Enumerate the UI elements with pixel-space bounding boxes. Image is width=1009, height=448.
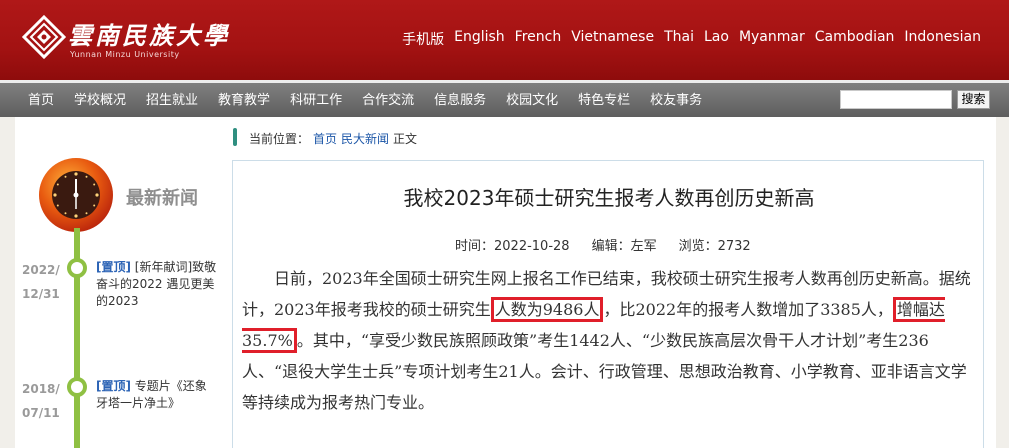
lang-link-myanmar[interactable]: Myanmar [739, 29, 805, 49]
timeline-dot [67, 377, 87, 397]
timeline-news-item[interactable]: [置顶] 专题片《还象牙塔一片净土》 [96, 378, 218, 412]
site-header: 雲南民族大學 Yunnan Minzu University 手机版 Engli… [0, 0, 1009, 80]
breadcrumb-marker [233, 128, 237, 146]
pinned-tag: [置顶] [96, 260, 131, 274]
nav-item-cooperation[interactable]: 合作交流 [352, 89, 424, 108]
highlighted-applicant-count: 人数为9486人 [490, 297, 604, 322]
nav-item-about[interactable]: 学校概况 [64, 89, 136, 108]
university-name-logo[interactable]: 雲南民族大學 [68, 16, 230, 51]
university-name-english: Yunnan Minzu University [70, 50, 180, 59]
lang-link-vietnamese[interactable]: Vietnamese [571, 29, 654, 49]
nav-item-services[interactable]: 信息服务 [424, 89, 496, 108]
search-button[interactable]: 搜索 [957, 90, 990, 109]
article-views: 浏览：2732 [678, 239, 751, 254]
article-text: ，比2022年的报考人数增加了3385人， [603, 300, 893, 319]
nav-item-culture[interactable]: 校园文化 [496, 89, 568, 108]
article-title: 我校2023年硕士研究生报考人数再创历史新高 [403, 186, 815, 210]
clock-icon [39, 158, 113, 232]
search-input[interactable] [840, 90, 952, 109]
article-text: 。其中，“享受少数民族照顾政策”考生1442人、“少数民族高层次骨干人才计划”考… [242, 331, 967, 412]
nav-item-research[interactable]: 科研工作 [280, 89, 352, 108]
article-panel: 我校2023年硕士研究生报考人数再创历史新高 时间：2022-10-28 编辑：… [232, 160, 984, 448]
lang-link-english[interactable]: English [454, 29, 505, 49]
article-time: 时间：2022-10-28 [455, 239, 570, 254]
latest-news-title: 最新新闻 [126, 188, 198, 209]
language-links: 手机版 English French Vietnamese Thai Lao M… [402, 29, 981, 49]
breadcrumb: 当前位置： 首页 民大新闻 正文 [249, 130, 417, 147]
university-emblem-icon[interactable] [22, 15, 66, 59]
breadcrumb-home[interactable]: 首页 [313, 130, 337, 147]
timeline-dot [67, 258, 87, 278]
timeline-date: 07/11 [22, 406, 60, 420]
breadcrumb-section[interactable]: 民大新闻 [341, 130, 389, 147]
lang-link-thai[interactable]: Thai [664, 29, 694, 49]
breadcrumb-current: 正文 [393, 132, 418, 146]
pinned-tag: [置顶] [96, 379, 131, 393]
lang-link-lao[interactable]: Lao [704, 29, 729, 49]
lang-link-indonesian[interactable]: Indonesian [904, 29, 981, 49]
article-editor: 编辑：左军 [591, 239, 657, 254]
nav-item-home[interactable]: 首页 [18, 89, 64, 108]
nav-item-features[interactable]: 特色专栏 [568, 89, 640, 108]
timeline-year: 2018/ [22, 382, 60, 396]
nav-item-admissions[interactable]: 招生就业 [136, 89, 208, 108]
article-body: 日前，2023年全国硕士研究生网上报名工作已结束，我校硕士研究生报考人数再创历史… [242, 263, 976, 418]
article-meta: 时间：2022-10-28 编辑：左军 浏览：2732 [455, 235, 751, 254]
main-nav: 首页 学校概况 招生就业 教育教学 科研工作 合作交流 信息服务 校园文化 特色… [0, 80, 1009, 117]
lang-link-french[interactable]: French [515, 29, 562, 49]
timeline-date: 12/31 [22, 287, 60, 301]
timeline-news-item[interactable]: [置顶] [新年献词]致敬奋斗的2022 遇见更美的2023 [96, 259, 218, 310]
breadcrumb-prefix: 当前位置： [249, 132, 310, 146]
timeline-year: 2022/ [22, 263, 60, 277]
lang-link-cambodian[interactable]: Cambodian [815, 29, 895, 49]
nav-item-alumni[interactable]: 校友事务 [640, 89, 712, 108]
nav-item-education[interactable]: 教育教学 [208, 89, 280, 108]
lang-link-mobile[interactable]: 手机版 [402, 29, 444, 49]
